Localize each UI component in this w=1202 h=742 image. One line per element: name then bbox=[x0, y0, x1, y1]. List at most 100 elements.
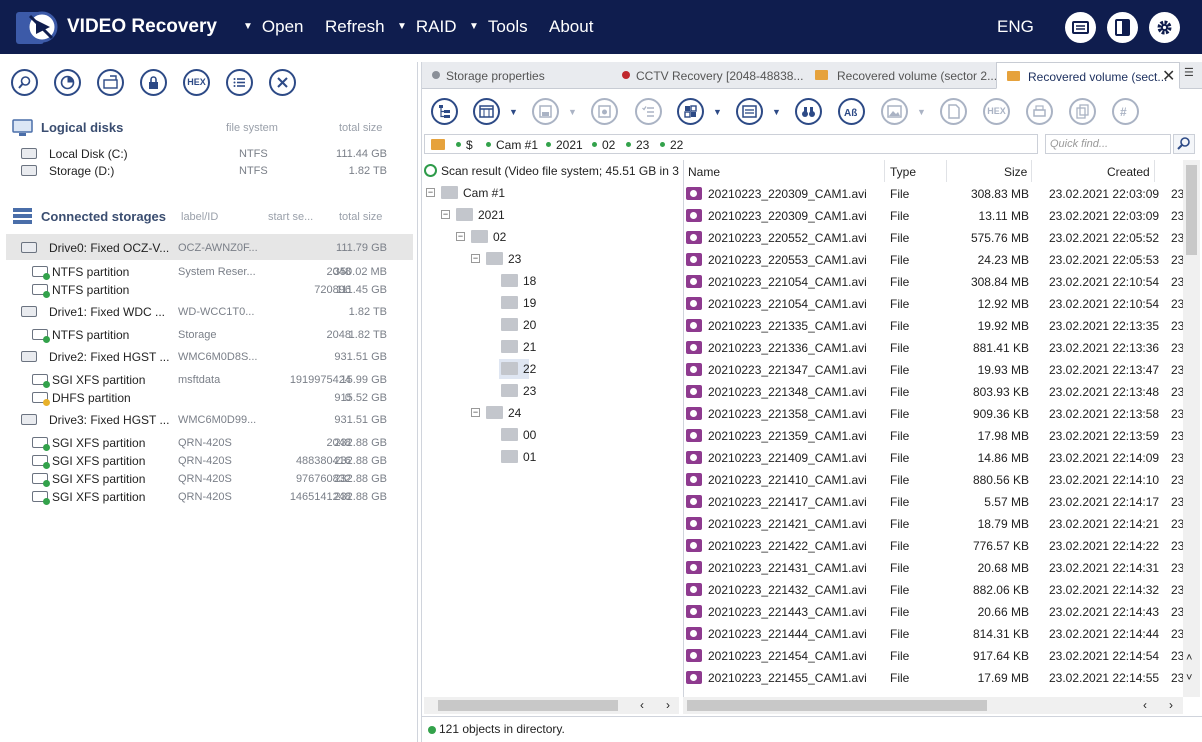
scroll-left-icon[interactable]: ‹ bbox=[640, 698, 644, 712]
layout-button[interactable] bbox=[677, 98, 704, 125]
file-row[interactable]: 20210223_221432_CAM1.avi File 882.06 KB 23.… bbox=[684, 579, 1183, 601]
column-separator[interactable] bbox=[1154, 160, 1155, 182]
hex-view-button[interactable]: HEX bbox=[983, 98, 1010, 125]
dropdown-arrow-icon[interactable]: ▼ bbox=[772, 107, 781, 117]
file-row[interactable]: 20210223_221443_CAM1.avi File 20.66 MB 23.0… bbox=[684, 601, 1183, 623]
tab-recovered-volume-1[interactable]: Recovered volume (sector 2... bbox=[815, 62, 997, 89]
dropdown-arrow-icon[interactable]: ▼ bbox=[568, 107, 577, 117]
column-separator[interactable] bbox=[884, 160, 885, 182]
find-button[interactable] bbox=[795, 98, 822, 125]
file-row[interactable]: 20210223_221455_CAM1.avi File 17.69 MB 23.0… bbox=[684, 667, 1183, 689]
storage-drive-row[interactable]: Drive1: Fixed WDC ... WD-WCC1T0... 1.82 TB bbox=[6, 302, 413, 320]
dropdown-arrow-icon[interactable]: ▼ bbox=[917, 107, 926, 117]
collapse-icon[interactable]: − bbox=[471, 408, 480, 417]
storage-partition-row[interactable]: SGI XFS partition QRN-420S 1465141248 232.8… bbox=[6, 487, 413, 505]
storage-drive-row[interactable]: Drive0: Fixed OCZ-V... OCZ-AWNZ0F... 111.7… bbox=[6, 234, 413, 260]
view-mode-button[interactable] bbox=[473, 98, 500, 125]
log-button[interactable] bbox=[1065, 12, 1096, 43]
storage-drive-row[interactable]: Drive3: Fixed HGST ... WMC6M0D99... 931.51… bbox=[6, 410, 413, 428]
copy-button[interactable] bbox=[1069, 98, 1096, 125]
storage-partition-row[interactable]: NTFS partition 720896 111.45 GB bbox=[6, 280, 413, 298]
column-separator[interactable] bbox=[1031, 160, 1032, 182]
checklist-button[interactable] bbox=[635, 98, 662, 125]
file-row[interactable]: 20210223_220309_CAM1.avi File 308.83 MB 23.… bbox=[684, 183, 1183, 205]
breadcrumb-item[interactable]: 2021 bbox=[546, 138, 583, 152]
storage-partition-row[interactable]: SGI XFS partition QRN-420S 976760832 232.88… bbox=[6, 469, 413, 487]
lock-button[interactable] bbox=[140, 69, 167, 96]
dropdown-arrow-icon[interactable]: ▼ bbox=[509, 107, 518, 117]
search-button[interactable] bbox=[11, 69, 38, 96]
breadcrumb-item[interactable]: $ bbox=[456, 138, 473, 152]
file-row[interactable]: 20210223_221409_CAM1.avi File 14.86 MB 23.0… bbox=[684, 447, 1183, 469]
file-row[interactable]: 20210223_221359_CAM1.avi File 17.98 MB 23.0… bbox=[684, 425, 1183, 447]
collapse-icon[interactable]: − bbox=[471, 254, 480, 263]
breadcrumb-item[interactable]: 23 bbox=[626, 138, 649, 152]
panel-toggle-button[interactable] bbox=[1107, 12, 1138, 43]
logical-disk-d[interactable]: Storage (D:) NTFS 1.82 TB bbox=[6, 162, 413, 180]
hex-button[interactable]: HEX bbox=[183, 69, 210, 96]
text-encoding-button[interactable]: Aß bbox=[838, 98, 865, 125]
close-button[interactable] bbox=[269, 69, 296, 96]
storage-partition-row[interactable]: SGI XFS partition QRN-420S 488380416 232.88… bbox=[6, 451, 413, 469]
column-created[interactable]: Created bbox=[1107, 165, 1150, 179]
column-separator[interactable] bbox=[946, 160, 947, 182]
column-type[interactable]: Type bbox=[890, 165, 916, 179]
file-row[interactable]: 20210223_221410_CAM1.avi File 880.56 KB 23.… bbox=[684, 469, 1183, 491]
save-button[interactable] bbox=[532, 98, 559, 125]
logical-disk-c[interactable]: Local Disk (C:) NTFS 111.44 GB bbox=[6, 145, 413, 163]
file-row[interactable]: 20210223_221335_CAM1.avi File 19.92 MB 23.0… bbox=[684, 315, 1183, 337]
collapse-icon[interactable]: − bbox=[456, 232, 465, 241]
goto-button[interactable]: # bbox=[1112, 98, 1139, 125]
storage-partition-row[interactable]: NTFS partition System Reser... 2048 350.02 … bbox=[6, 262, 413, 280]
scroll-right-icon[interactable]: › bbox=[666, 698, 670, 712]
collapse-icon[interactable]: − bbox=[441, 210, 450, 219]
scrollbar-thumb[interactable] bbox=[687, 700, 987, 711]
preview-button[interactable] bbox=[881, 98, 908, 125]
file-row[interactable]: 20210223_221054_CAM1.avi File 308.84 MB 23.… bbox=[684, 271, 1183, 293]
file-row[interactable]: 20210223_221358_CAM1.avi File 909.36 KB 23.… bbox=[684, 403, 1183, 425]
collapse-icon[interactable]: − bbox=[426, 188, 435, 197]
file-row[interactable]: 20210223_221336_CAM1.avi File 881.41 KB 23.… bbox=[684, 337, 1183, 359]
print-button[interactable] bbox=[1026, 98, 1053, 125]
file-properties-button[interactable] bbox=[940, 98, 967, 125]
file-row[interactable]: 20210223_220309_CAM1.avi File 13.11 MB 23.0… bbox=[684, 205, 1183, 227]
list-button[interactable] bbox=[226, 69, 253, 96]
breadcrumb-item[interactable]: Cam #1 bbox=[486, 138, 538, 152]
chart-button[interactable] bbox=[54, 69, 81, 96]
menu-refresh[interactable]: Refresh bbox=[325, 17, 385, 37]
storage-drive-row[interactable]: Drive2: Fixed HGST ... WMC6M0D8S... 931.51… bbox=[6, 347, 413, 365]
open-file-button[interactable] bbox=[97, 69, 124, 96]
file-row[interactable]: 20210223_221348_CAM1.avi File 803.93 KB 23.… bbox=[684, 381, 1183, 403]
file-row[interactable]: 20210223_221454_CAM1.avi File 917.64 KB 23.… bbox=[684, 645, 1183, 667]
file-row[interactable]: 20210223_220553_CAM1.avi File 24.23 MB 23.0… bbox=[684, 249, 1183, 271]
storage-partition-row[interactable]: SGI XFS partition msftdata 1919975424 15.99… bbox=[6, 370, 413, 388]
tree-button[interactable] bbox=[431, 98, 458, 125]
menu-open[interactable]: ▼ Open bbox=[243, 17, 304, 37]
scan-result-header[interactable]: Scan result (Video file system; 45.51 GB… bbox=[424, 164, 679, 178]
file-row[interactable]: 20210223_220552_CAM1.avi File 575.76 MB 23.… bbox=[684, 227, 1183, 249]
tab-cctv-recovery[interactable]: CCTV Recovery [2048-48838... bbox=[618, 62, 808, 89]
file-row[interactable]: 20210223_221421_CAM1.avi File 18.79 MB 23.0… bbox=[684, 513, 1183, 535]
file-row[interactable]: 20210223_221422_CAM1.avi File 776.57 KB 23.… bbox=[684, 535, 1183, 557]
menu-about[interactable]: About bbox=[549, 17, 593, 37]
details-button[interactable] bbox=[736, 98, 763, 125]
file-row[interactable]: 20210223_221431_CAM1.avi File 20.68 MB 23.0… bbox=[684, 557, 1183, 579]
save-selected-button[interactable] bbox=[591, 98, 618, 125]
scroll-up-icon[interactable]: ˄ bbox=[1186, 652, 1192, 664]
tree-horizontal-scrollbar[interactable]: ‹ › bbox=[424, 697, 679, 714]
storage-partition-row[interactable]: NTFS partition Storage 2048 1.82 TB bbox=[6, 325, 413, 343]
language-selector[interactable]: ENG bbox=[997, 17, 1034, 37]
list-vertical-scrollbar[interactable]: ˄ ˅ bbox=[1183, 160, 1200, 697]
file-row[interactable]: 20210223_221417_CAM1.avi File 5.57 MB 23.02… bbox=[684, 491, 1183, 513]
quick-find-button[interactable] bbox=[1173, 134, 1195, 154]
quick-find-input[interactable]: Quick find... bbox=[1045, 134, 1171, 154]
settings-button[interactable] bbox=[1149, 12, 1180, 43]
breadcrumb-item[interactable]: 22 bbox=[660, 138, 683, 152]
dropdown-arrow-icon[interactable]: ▼ bbox=[713, 107, 722, 117]
file-row[interactable]: 20210223_221054_CAM1.avi File 12.92 MB 23.0… bbox=[684, 293, 1183, 315]
breadcrumb-item[interactable]: 02 bbox=[592, 138, 615, 152]
file-row[interactable]: 20210223_221347_CAM1.avi File 19.93 MB 23.0… bbox=[684, 359, 1183, 381]
storage-partition-row[interactable]: DHFS partition 0 915.52 GB bbox=[6, 388, 413, 406]
list-horizontal-scrollbar[interactable]: ‹ › bbox=[683, 697, 1183, 714]
menu-raid[interactable]: ▼ RAID bbox=[397, 17, 457, 37]
